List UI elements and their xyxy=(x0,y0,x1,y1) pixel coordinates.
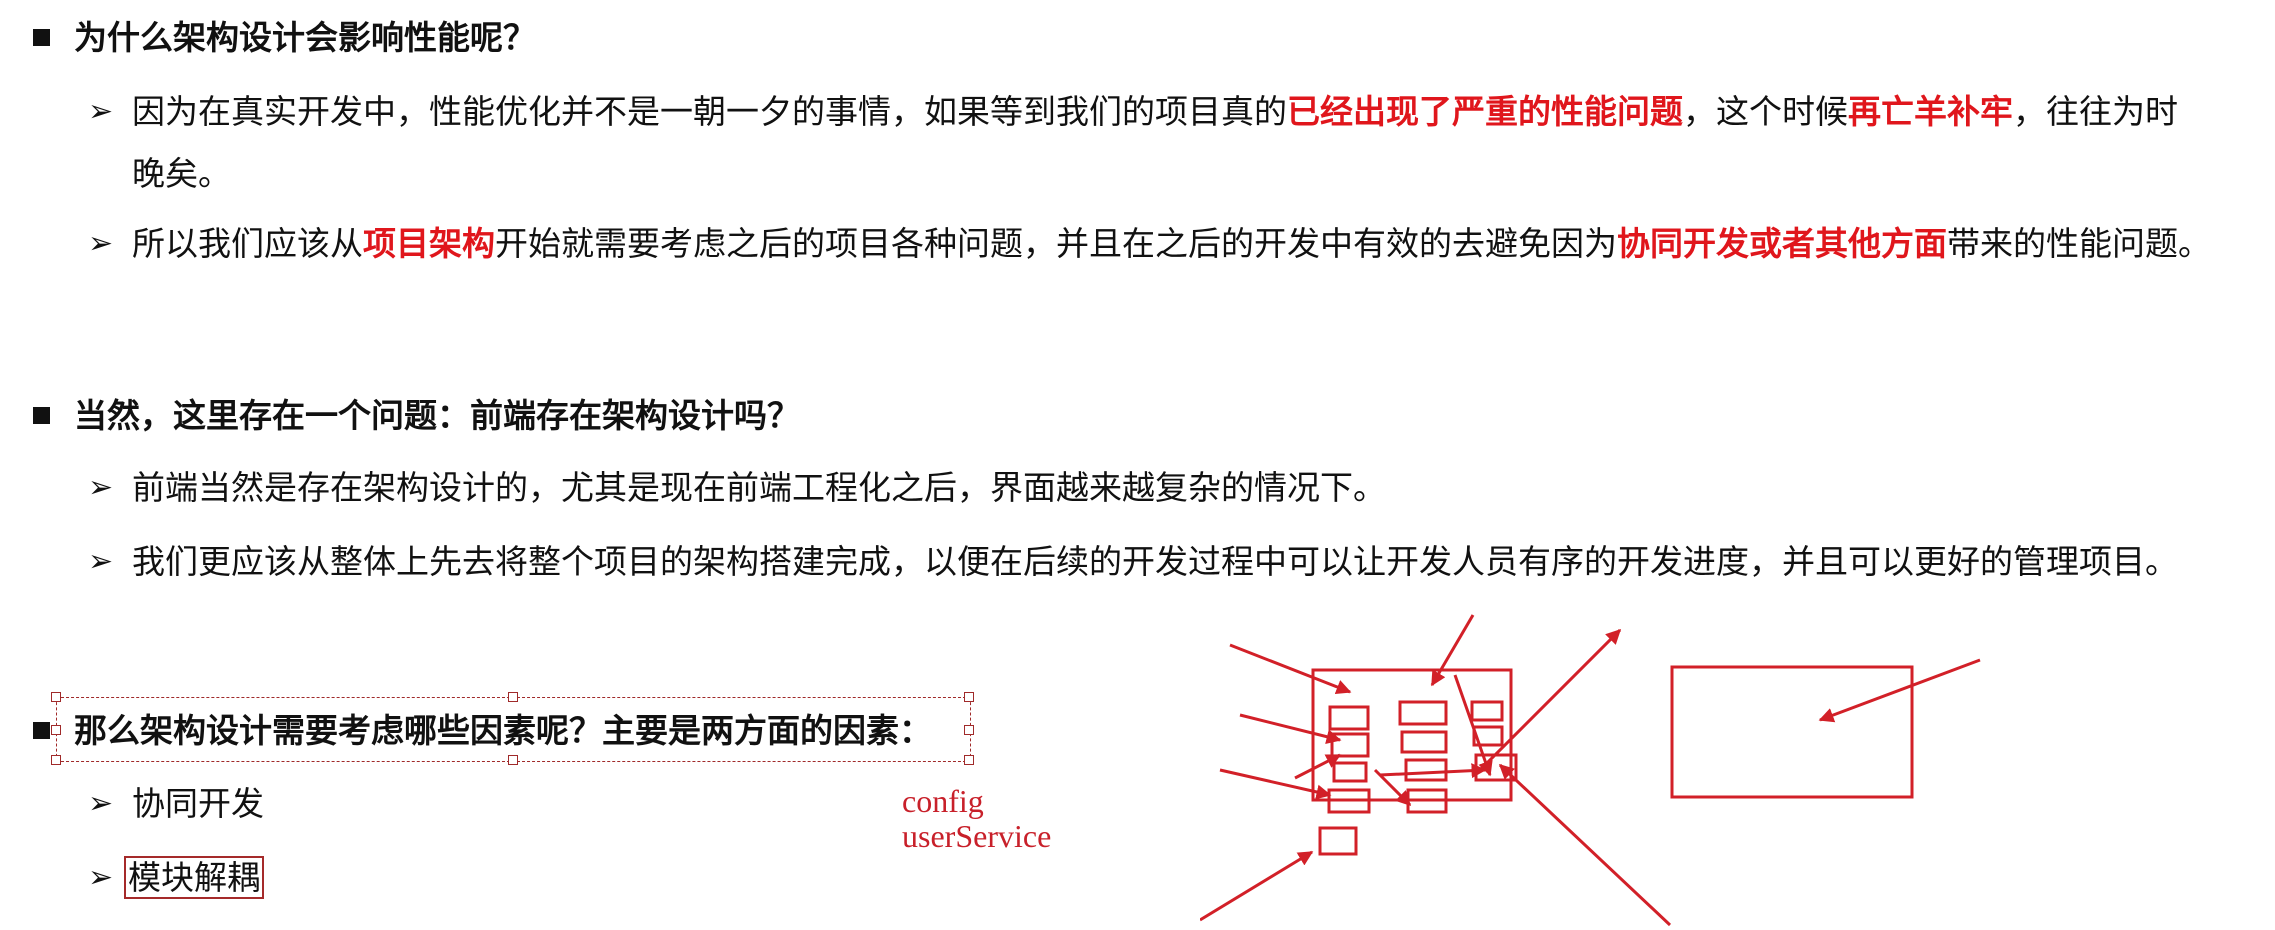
handwritten-annotation-line2: userService xyxy=(902,818,1052,854)
arrow-bullet-icon: ➢ xyxy=(88,860,114,895)
section1-bullet1: 因为在真实开发中，性能优化并不是一朝一夕的事情，如果等到我们的项目真的已经出现了… xyxy=(132,86,2178,138)
highlight-text: 已经出现了严重的性能问题 xyxy=(1287,92,1683,131)
handwritten-annotation-line1: config xyxy=(902,783,984,819)
arrow-bullet-icon: ➢ xyxy=(88,94,114,129)
module-box xyxy=(1470,700,1504,722)
arrow-bullet-icon: ➢ xyxy=(88,470,114,505)
arrow-bullet-icon: ➢ xyxy=(88,786,114,821)
module-box xyxy=(1404,758,1448,782)
module-box xyxy=(1398,700,1448,726)
resize-handle[interactable] xyxy=(508,692,518,702)
section1-heading: 为什么架构设计会影响性能呢？ xyxy=(74,18,536,57)
section2-bullet1: 前端当然是存在架构设计的，尤其是现在前端工程化之后，界面越来越复杂的情况下。 xyxy=(132,468,1386,507)
heading-bullet-square xyxy=(33,29,50,46)
text-segment: 开始就需要考虑之后的项目各种问题，并且在之后的开发中有效的去避免因为 xyxy=(495,224,1617,263)
heading-bullet-square xyxy=(33,407,50,424)
module-box xyxy=(1318,826,1358,856)
sketch-arrow xyxy=(1379,763,1487,779)
highlight-text: 项目架构 xyxy=(363,224,495,263)
resize-handle[interactable] xyxy=(51,692,61,702)
section3-bullet1: 协同开发 xyxy=(132,784,264,823)
module-box xyxy=(1332,761,1368,783)
section2-bullet2: 我们更应该从整体上先去将整个项目的架构搭建完成，以便在后续的开发过程中可以让开发… xyxy=(132,542,2178,581)
sketch-arrow xyxy=(1430,614,1475,687)
module-box xyxy=(1328,705,1370,731)
text-segment: ，往往为时 xyxy=(2013,92,2178,131)
section3-heading[interactable]: 那么架构设计需要考虑哪些因素呢？主要是两方面的因素： xyxy=(74,709,932,753)
text-segment: 所以我们应该从 xyxy=(132,224,363,263)
section3-bullet2: 模块解耦 xyxy=(124,852,264,904)
highlight-text: 再亡羊补牢 xyxy=(1848,92,2013,131)
text-segment: 因为在真实开发中，性能优化并不是一朝一夕的事情，如果等到我们的项目真的 xyxy=(132,92,1287,131)
text-segment: 带来的性能问题。 xyxy=(1947,224,2211,263)
boxed-text: 模块解耦 xyxy=(124,856,264,899)
arrow-bullet-icon: ➢ xyxy=(88,544,114,579)
sketch-arrow xyxy=(1200,850,1314,922)
resize-handle[interactable] xyxy=(964,755,974,765)
resize-handle[interactable] xyxy=(508,755,518,765)
resize-handle[interactable] xyxy=(964,692,974,702)
section1-bullet1-line2: 晚矣。 xyxy=(132,154,231,193)
sketch-arrow xyxy=(1498,763,1672,927)
highlight-text: 协同开发或者其他方面 xyxy=(1617,224,1947,263)
text-segment: ，这个时候 xyxy=(1683,92,1848,131)
resize-handle[interactable] xyxy=(51,725,61,735)
module-box xyxy=(1400,730,1448,754)
resize-handle[interactable] xyxy=(51,755,61,765)
sketch-arrow xyxy=(1818,658,1981,723)
architecture-sketch xyxy=(1200,614,1981,927)
section2-heading: 当然，这里存在一个问题：前端存在架构设计吗？ xyxy=(74,396,800,435)
heading-bullet-square xyxy=(33,722,50,739)
arrow-bullet-icon: ➢ xyxy=(88,226,114,261)
resize-handle[interactable] xyxy=(964,725,974,735)
separate-box xyxy=(1670,665,1914,799)
module-box xyxy=(1330,732,1370,758)
section1-bullet2: 所以我们应该从项目架构开始就需要考虑之后的项目各种问题，并且在之后的开发中有效的… xyxy=(132,218,2211,270)
sketch-arrow xyxy=(1239,713,1342,745)
sketch-arrow xyxy=(1453,674,1493,777)
